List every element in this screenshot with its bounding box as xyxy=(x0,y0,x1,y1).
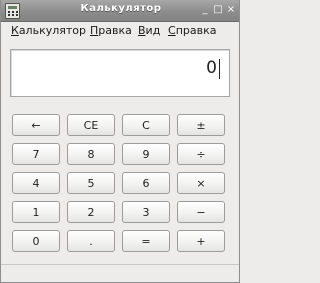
result-display[interactable]: 0 xyxy=(10,49,230,97)
close-button[interactable]: × xyxy=(226,4,236,16)
menu-help[interactable]: Справка xyxy=(168,24,216,37)
menu-view[interactable]: Вид xyxy=(138,24,160,37)
digit-4-button[interactable]: 4 xyxy=(12,172,60,194)
minimize-button[interactable]: _ xyxy=(200,4,210,16)
add-button[interactable]: + xyxy=(177,230,225,252)
backspace-button[interactable]: ← xyxy=(12,114,60,136)
digit-2-button[interactable]: 2 xyxy=(67,201,115,223)
calculator-window: Калькулятор _ □ × Калькулятор Правка Вид… xyxy=(0,0,240,283)
clear-button[interactable]: C xyxy=(122,114,170,136)
digit-3-button[interactable]: 3 xyxy=(122,201,170,223)
digit-9-button[interactable]: 9 xyxy=(122,143,170,165)
digit-5-button[interactable]: 5 xyxy=(67,172,115,194)
digit-7-button[interactable]: 7 xyxy=(12,143,60,165)
digit-0-button[interactable]: 0 xyxy=(12,230,60,252)
menu-edit[interactable]: Правка xyxy=(90,24,132,37)
multiply-button[interactable]: × xyxy=(177,172,225,194)
subtract-button[interactable]: − xyxy=(177,201,225,223)
title-bar[interactable]: Калькулятор _ □ × xyxy=(1,0,239,22)
clear-entry-button[interactable]: CE xyxy=(67,114,115,136)
equals-button[interactable]: = xyxy=(122,230,170,252)
decimal-point-button[interactable]: . xyxy=(67,230,115,252)
status-bar xyxy=(1,264,239,282)
menu-calculator[interactable]: Калькулятор xyxy=(11,24,86,37)
sign-toggle-button[interactable]: ± xyxy=(177,114,225,136)
menu-bar: Калькулятор Правка Вид Справка xyxy=(1,22,239,40)
text-cursor xyxy=(219,59,220,79)
maximize-button[interactable]: □ xyxy=(213,4,223,16)
digit-1-button[interactable]: 1 xyxy=(12,201,60,223)
display-value: 0 xyxy=(206,58,217,78)
divide-button[interactable]: ÷ xyxy=(177,143,225,165)
digit-8-button[interactable]: 8 xyxy=(67,143,115,165)
digit-6-button[interactable]: 6 xyxy=(122,172,170,194)
